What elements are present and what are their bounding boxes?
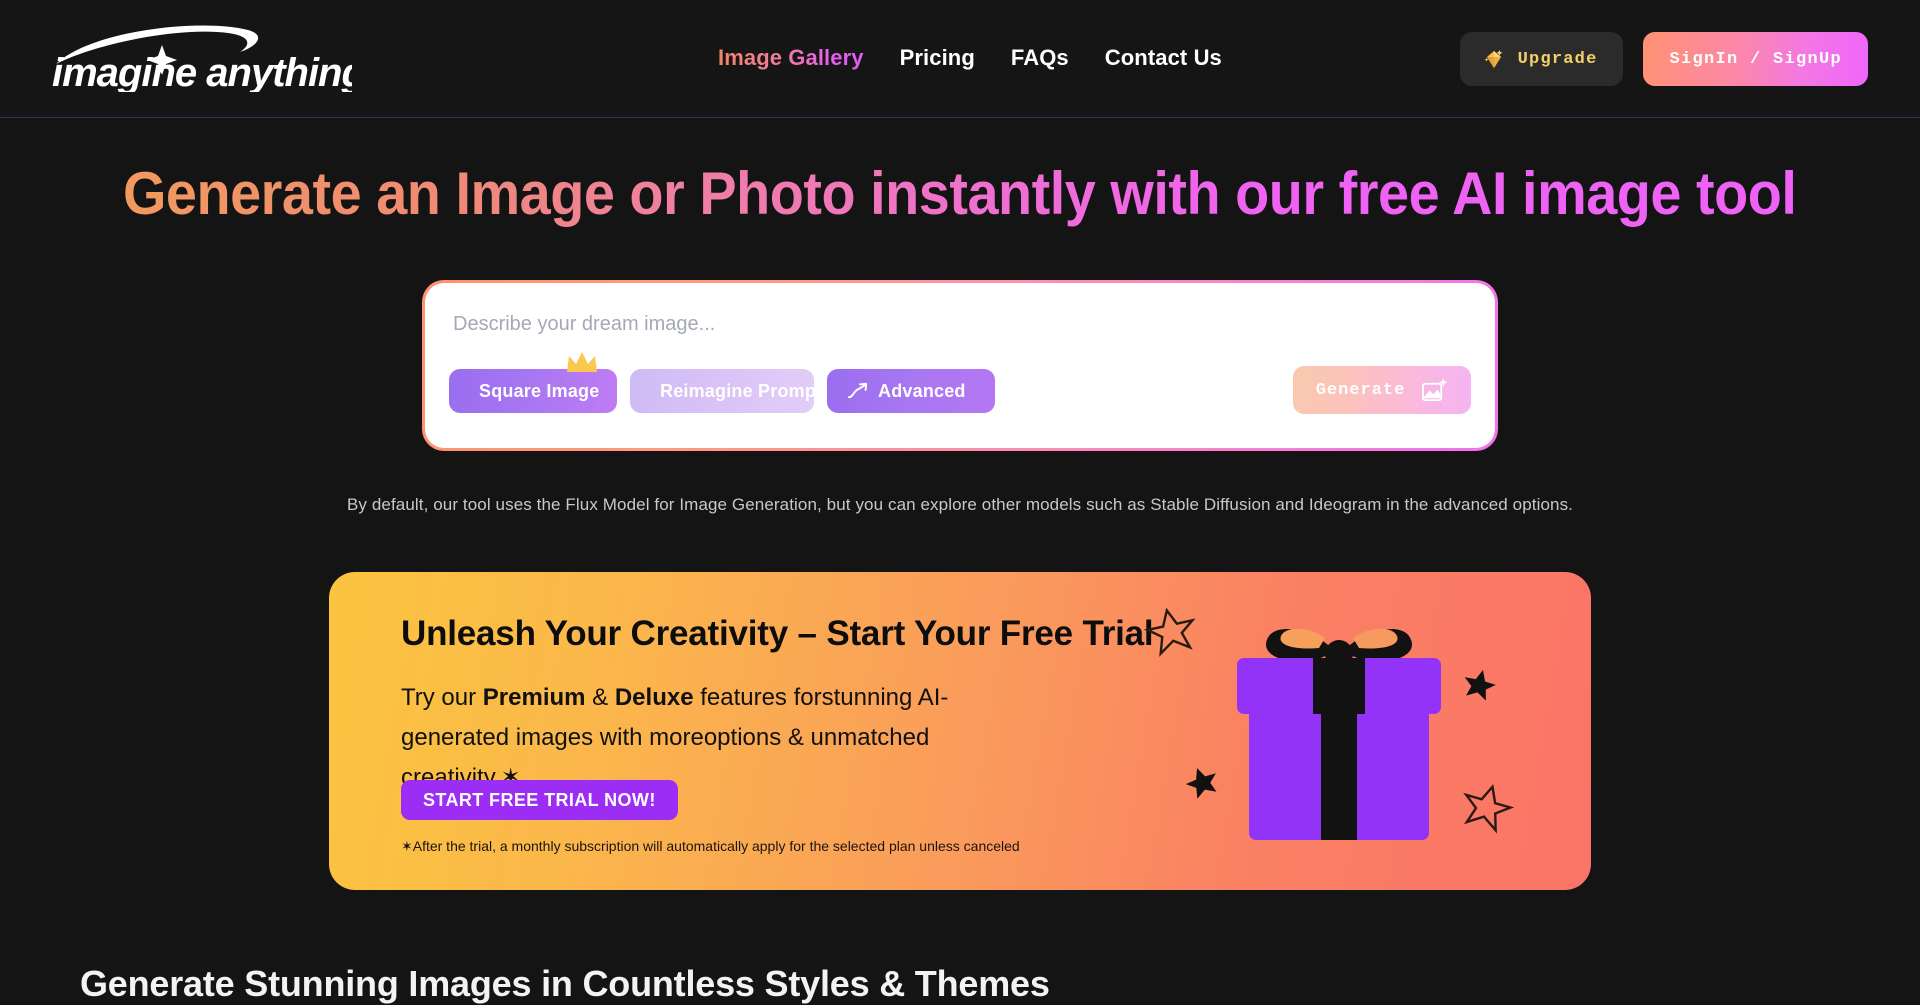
header-actions: Upgrade SignIn / SignUp [1459,32,1868,86]
gem-icon [1484,50,1503,68]
crown-icon [567,352,597,372]
main-nav: Image Gallery Pricing FAQs Contact Us [700,45,1240,71]
reimagine-prompt-label: Reimagine Prompt [660,380,823,401]
generate-button-label: Generate [1315,380,1406,400]
upgrade-button-label: Upgrade [1517,49,1598,69]
brand-logo[interactable]: imagine anything [52,22,352,92]
nav-item-image-gallery[interactable]: Image Gallery [700,45,882,71]
prompt-card: Square Image Reimagine Prompt [425,283,1495,448]
image-sparkle-icon [1422,377,1448,401]
signin-signup-label: SignIn / SignUp [1669,49,1842,69]
nav-item-contact-us[interactable]: Contact Us [1087,45,1240,71]
start-free-trial-button[interactable]: START FREE TRIAL NOW! [401,780,678,820]
generate-button[interactable]: Generate [1293,366,1471,414]
nav-item-pricing[interactable]: Pricing [882,45,993,71]
square-image-button[interactable]: Square Image [449,352,617,413]
styles-section-title: Generate Stunning Images in Countless St… [80,963,1050,1004]
advanced-button[interactable]: Advanced [827,369,995,413]
square-image-label: Square Image [479,380,600,401]
promo-body-mid: & [585,684,615,711]
page-title: Generate an Image or Photo instantly wit… [123,158,1797,230]
svg-text:imagine anything: imagine anything [52,51,352,92]
promo-body-prefix: Try our [401,684,483,711]
model-note: By default, our tool uses the Flux Model… [346,495,1574,514]
nav-item-faqs[interactable]: FAQs [993,45,1087,71]
site-header: imagine anything Image Gallery Pricing F… [0,0,1920,118]
promo-heading: Unleash Your Creativity – Start Your Fre… [401,614,1154,653]
promo-fineprint: ✶After the trial, a monthly subscription… [401,838,1020,854]
reimagine-prompt-button[interactable]: Reimagine Prompt [630,369,822,413]
signin-signup-button[interactable]: SignIn / SignUp [1643,32,1868,86]
start-free-trial-label: START FREE TRIAL NOW! [423,789,656,810]
promo-plan-deluxe: Deluxe [614,684,694,711]
hero-title-container: Generate an Image or Photo instantly wit… [0,158,1920,230]
trending-up-icon [847,382,868,398]
gift-box-icon [1143,607,1515,840]
advanced-label: Advanced [878,380,966,401]
prompt-input[interactable] [453,309,1467,339]
promo-plan-premium: Premium [482,684,586,711]
free-trial-promo-banner: Unleash Your Creativity – Start Your Fre… [329,572,1591,890]
prompt-card-gradient-border: Square Image Reimagine Prompt [422,280,1498,451]
upgrade-button[interactable]: Upgrade [1459,32,1624,86]
prompt-tool-row: Square Image Reimagine Prompt Advanced [449,352,995,413]
